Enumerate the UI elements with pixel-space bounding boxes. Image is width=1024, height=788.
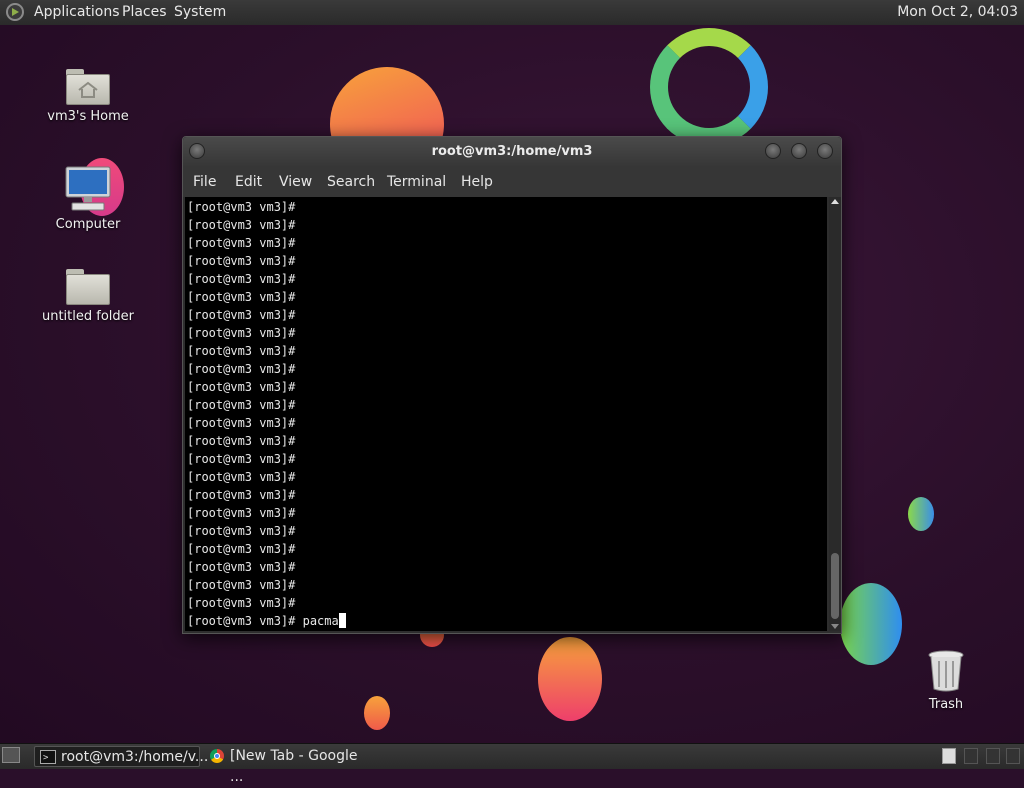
terminal-line: [root@vm3 vm3]# xyxy=(187,416,296,430)
terminal-line: [root@vm3 vm3]# xyxy=(187,488,296,502)
terminal-line: [root@vm3 vm3]# xyxy=(187,578,296,592)
taskbar-terminal[interactable]: root@vm3:/home/v... xyxy=(34,746,208,769)
terminal-line: [root@vm3 vm3]# xyxy=(187,344,296,358)
terminal-line: [root@vm3 vm3]# xyxy=(187,398,296,412)
terminal-line: [root@vm3 vm3]# xyxy=(187,470,296,484)
terminal-line: [root@vm3 vm3]# xyxy=(187,596,296,610)
clock[interactable]: Mon Oct 2, 04:03 xyxy=(897,4,1018,20)
chrome-icon xyxy=(210,749,224,763)
terminal-line: [root@vm3 vm3]# xyxy=(187,200,296,214)
terminal-line: [root@vm3 vm3]# xyxy=(187,254,296,268)
scroll-thumb[interactable] xyxy=(831,553,839,619)
terminal-line: [root@vm3 vm3]# xyxy=(187,362,296,376)
terminal-scrollbar[interactable] xyxy=(829,197,841,631)
menu-view[interactable]: View xyxy=(279,174,312,190)
folder-icon xyxy=(66,269,110,305)
scroll-down-arrow-icon[interactable] xyxy=(831,624,839,629)
desktop-icon-untitled-folder[interactable]: untitled folder xyxy=(28,269,148,324)
menu-search[interactable]: Search xyxy=(327,174,375,190)
home-label: vm3's Home xyxy=(47,109,129,124)
terminal-window: root@vm3:/home/vm3 File Edit View Search… xyxy=(182,136,842,634)
close-button[interactable] xyxy=(817,143,833,159)
terminal-line: [root@vm3 vm3]# xyxy=(187,434,296,448)
terminal-output[interactable]: [root@vm3 vm3]# [root@vm3 vm3]# [root@vm3 … xyxy=(185,197,827,631)
computer-label: Computer xyxy=(55,217,121,232)
terminal-line: [root@vm3 vm3]# xyxy=(187,272,296,286)
workspace-2[interactable] xyxy=(964,748,978,764)
wallpaper-small-green-blue xyxy=(908,497,934,531)
show-desktop-icon[interactable] xyxy=(2,747,20,763)
terminal-line: [root@vm3 vm3]# xyxy=(187,218,296,232)
terminal-line: [root@vm3 vm3]# xyxy=(187,380,296,394)
workspace-4[interactable] xyxy=(1006,748,1020,764)
terminal-command-input[interactable]: pacma xyxy=(303,614,339,628)
minimize-button[interactable] xyxy=(765,143,781,159)
workspace-1[interactable] xyxy=(942,748,956,764)
taskbar-chrome[interactable]: [New Tab - Google ... xyxy=(204,746,374,785)
home-folder-icon xyxy=(66,69,110,105)
wallpaper-orange-pink xyxy=(538,637,602,721)
terminal-line: [root@vm3 vm3]# xyxy=(187,290,296,304)
text-cursor xyxy=(338,613,346,628)
terminal-line: [root@vm3 vm3]# xyxy=(187,560,296,574)
menu-file[interactable]: File xyxy=(193,174,216,190)
workspace-3[interactable] xyxy=(986,748,1000,764)
terminal-prompt: [root@vm3 vm3]# xyxy=(187,614,303,628)
terminal-line: [root@vm3 vm3]# xyxy=(187,542,296,556)
distro-logo-icon[interactable] xyxy=(6,3,24,21)
desktop-icon-home[interactable]: vm3's Home xyxy=(28,69,148,124)
wallpaper-small-orange xyxy=(364,696,390,730)
terminal-line: [root@vm3 vm3]# xyxy=(187,308,296,322)
trash-icon xyxy=(928,650,964,692)
terminal-line: [root@vm3 vm3]# xyxy=(187,506,296,520)
terminal-menubar: File Edit View Search Terminal Help xyxy=(183,167,841,197)
menu-terminal[interactable]: Terminal xyxy=(387,174,446,190)
desktop-icon-trash[interactable]: Trash xyxy=(886,649,1006,712)
system-menu[interactable]: System xyxy=(174,4,226,20)
taskbar-terminal-label: root@vm3:/home/v... xyxy=(61,749,209,765)
window-titlebar[interactable]: root@vm3:/home/vm3 xyxy=(183,137,841,167)
bottom-panel: root@vm3:/home/v... [New Tab - Google ..… xyxy=(0,743,1024,785)
window-title: root@vm3:/home/vm3 xyxy=(431,144,593,159)
maximize-button[interactable] xyxy=(791,143,807,159)
places-menu[interactable]: Places xyxy=(122,4,167,20)
applications-menu[interactable]: Applications xyxy=(34,4,120,20)
folder-label: untitled folder xyxy=(41,309,134,324)
menu-edit[interactable]: Edit xyxy=(235,174,262,190)
terminal-icon xyxy=(40,748,56,769)
trash-label: Trash xyxy=(928,697,964,712)
terminal-line: [root@vm3 vm3]# xyxy=(187,524,296,538)
taskbar-chrome-label: [New Tab - Google ... xyxy=(230,748,358,785)
menu-help[interactable]: Help xyxy=(461,174,493,190)
terminal-line: [root@vm3 vm3]# xyxy=(187,326,296,340)
wallpaper-ring xyxy=(650,28,768,146)
scroll-up-arrow-icon[interactable] xyxy=(831,199,839,204)
terminal-line: [root@vm3 vm3]# xyxy=(187,236,296,250)
terminal-line: [root@vm3 vm3]# xyxy=(187,452,296,466)
desktop-icon-computer[interactable]: Computer xyxy=(28,165,148,232)
top-panel: Applications Places System Mon Oct 2, 04… xyxy=(0,0,1024,26)
terminal-current-line[interactable]: [root@vm3 vm3]# pacma xyxy=(185,612,827,630)
computer-icon xyxy=(65,166,111,211)
